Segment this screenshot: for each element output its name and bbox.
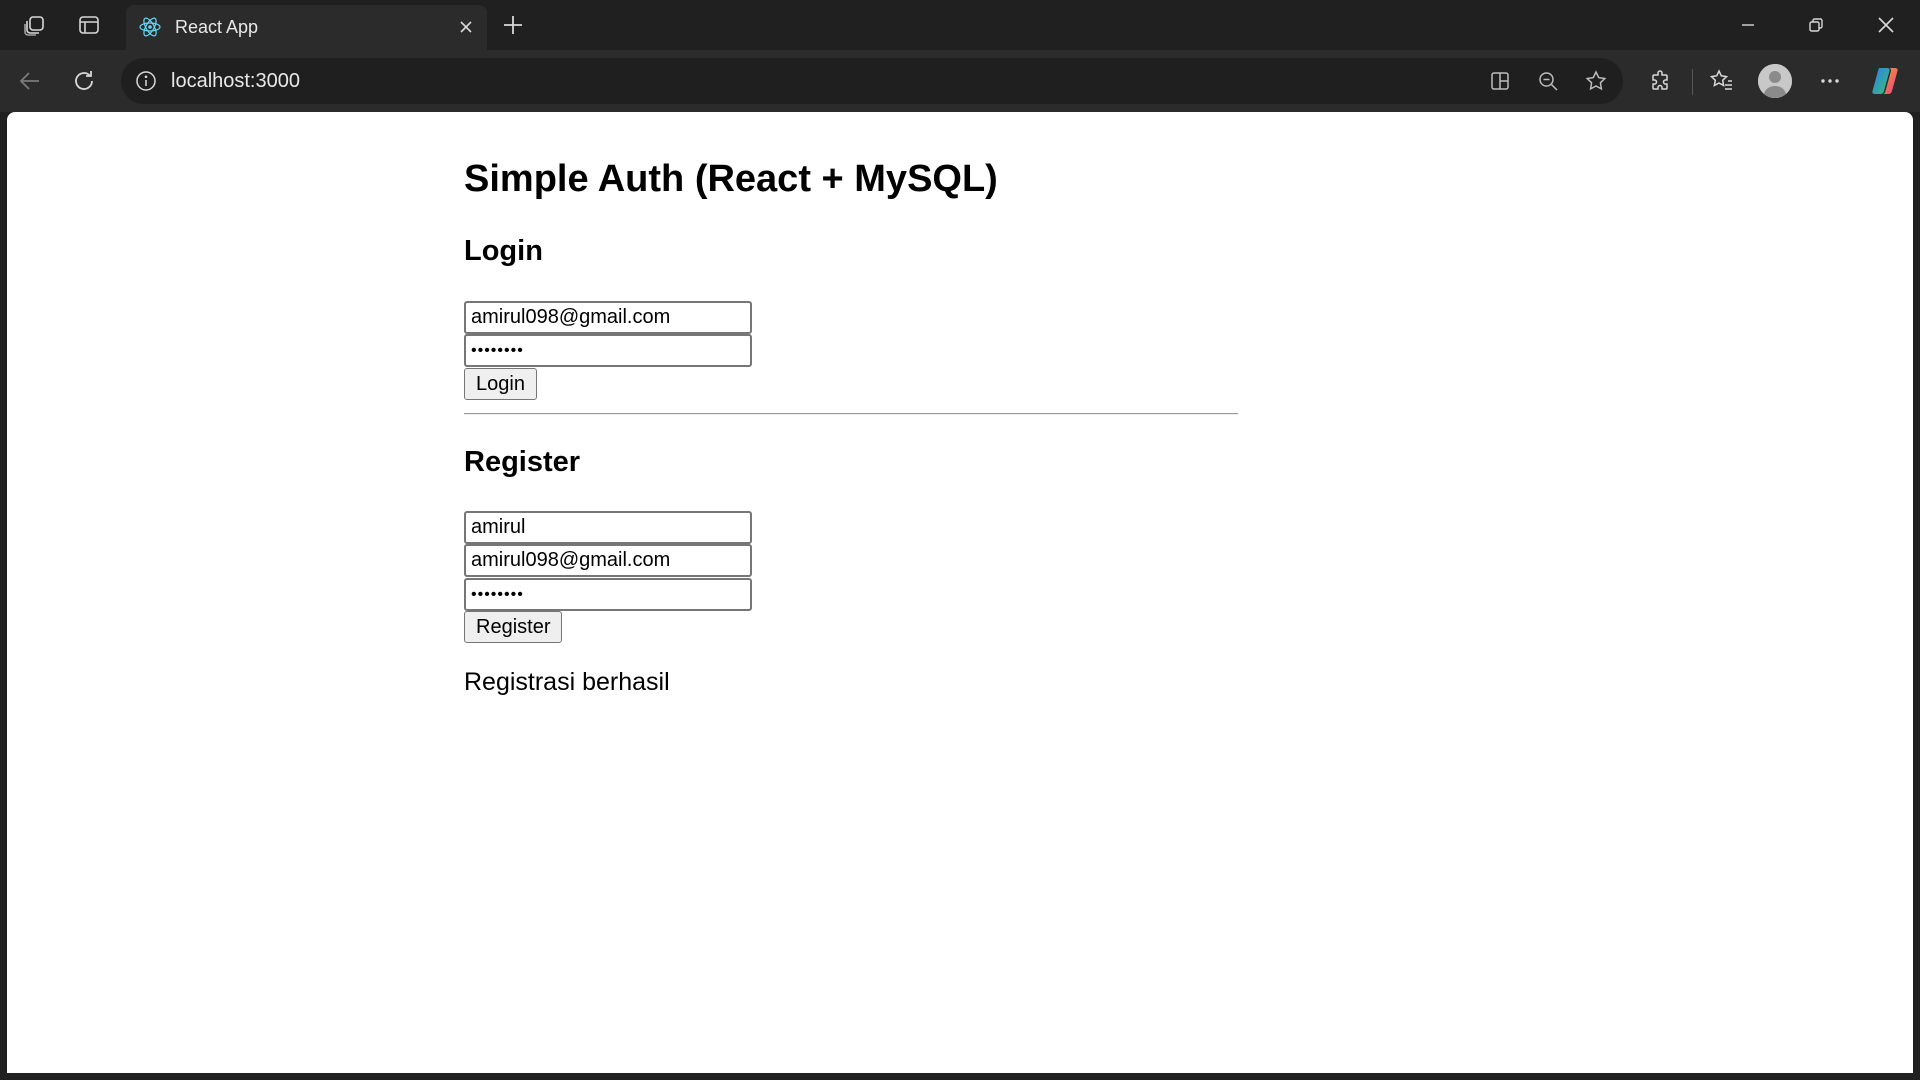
status-message: Registrasi berhasil (464, 668, 670, 696)
zoom-out-icon[interactable] (1531, 64, 1565, 98)
split-screen-icon[interactable] (1483, 64, 1517, 98)
more-menu-icon[interactable] (1810, 61, 1850, 101)
favorite-star-icon[interactable] (1579, 64, 1613, 98)
login-heading: Login (464, 235, 543, 267)
new-tab-icon[interactable] (496, 8, 530, 42)
section-divider (464, 413, 1238, 415)
toolbar-divider (1692, 69, 1693, 95)
vertical-tabs-icon[interactable] (72, 8, 106, 42)
favorites-icon[interactable] (1702, 61, 1742, 101)
tab-title: React App (175, 17, 259, 37)
register-button[interactable]: Register (464, 611, 563, 643)
register-name-input[interactable]: amirul (464, 511, 752, 544)
login-button[interactable]: Login (464, 368, 537, 400)
login-password-input[interactable]: •••••••• (464, 334, 752, 367)
browser-toolbar: localhost:3000 (0, 50, 1920, 112)
extensions-icon[interactable] (1641, 61, 1681, 101)
register-heading: Register (464, 446, 581, 478)
refresh-icon[interactable] (64, 61, 104, 101)
restore-icon[interactable] (1782, 0, 1850, 50)
page-viewport: Simple Auth (React + MySQL) Login amirul… (7, 112, 1913, 1073)
login-email-input[interactable]: amirul098@gmail.com (464, 301, 752, 334)
active-tab[interactable]: React App (126, 5, 487, 50)
tab-close-icon[interactable] (453, 14, 479, 40)
tab-strip: React App (0, 0, 1920, 50)
url-text: localhost:3000 (171, 70, 300, 92)
register-email-input[interactable]: amirul098@gmail.com (464, 544, 752, 577)
copilot-icon[interactable] (1866, 61, 1906, 101)
address-bar[interactable]: localhost:3000 (121, 58, 1623, 104)
site-info-icon[interactable] (131, 66, 161, 96)
react-logo-icon (138, 15, 162, 39)
register-password-input[interactable]: •••••••• (464, 578, 752, 611)
page-title: Simple Auth (React + MySQL) (464, 158, 998, 200)
back-arrow-icon[interactable] (10, 61, 50, 101)
workspaces-icon[interactable] (18, 8, 52, 42)
close-window-icon[interactable] (1852, 0, 1920, 50)
minimize-icon[interactable] (1714, 0, 1782, 50)
profile-avatar[interactable] (1758, 64, 1792, 98)
